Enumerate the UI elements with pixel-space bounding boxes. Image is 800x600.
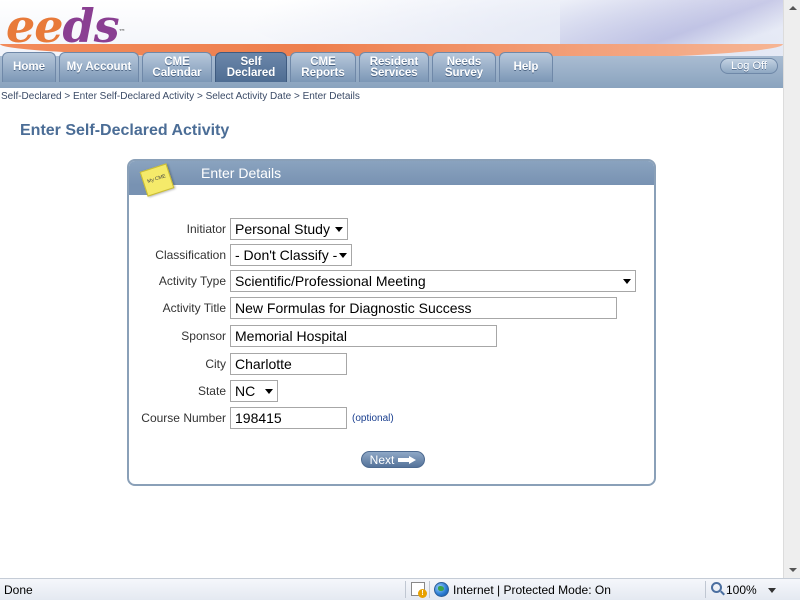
breadcrumb-self-declared[interactable]: Self-Declared — [1, 91, 62, 102]
initiator-value: Personal Study — [235, 221, 330, 237]
scroll-down-arrow-icon[interactable] — [786, 563, 799, 576]
initiator-select[interactable]: Personal Study — [230, 218, 348, 240]
main-nav-tabs: Home My Account CME Calendar Self Declar… — [2, 52, 553, 82]
course-number-row: Course Number 198415 (optional) — [129, 407, 394, 429]
next-button[interactable]: Next — [361, 451, 425, 468]
initiator-label: Initiator — [186, 222, 226, 236]
chevron-down-icon — [335, 227, 343, 232]
breadcrumb-select-date[interactable]: Select Activity Date — [206, 91, 292, 102]
activity-title-label: Activity Title — [162, 301, 226, 315]
panel-body-corner — [149, 185, 654, 199]
status-text: Done — [4, 583, 33, 597]
city-row: City Charlotte — [129, 353, 347, 375]
sponsor-row: Sponsor Memorial Hospital — [129, 325, 497, 347]
state-value: NC — [235, 383, 256, 399]
activity-title-input[interactable]: New Formulas for Diagnostic Success — [230, 297, 617, 319]
tab-self-declared-label: Self Declared — [226, 55, 276, 79]
vertical-scrollbar[interactable] — [783, 0, 800, 578]
tab-cme-reports-label: CME Reports — [301, 55, 345, 79]
state-row: State NC — [129, 380, 278, 402]
breadcrumb-separator: > — [291, 91, 303, 102]
browser-status-bar: Done Internet | Protected Mode: On 100% — [0, 578, 800, 600]
tab-needs-survey-label: Needs Survey — [444, 55, 484, 79]
logo-text-ds: ds — [62, 0, 120, 53]
tab-help[interactable]: Help — [499, 52, 553, 82]
breadcrumb: Self-Declared > Enter Self-Declared Acti… — [1, 91, 360, 102]
zoom-icon[interactable] — [711, 582, 722, 593]
tab-home[interactable]: Home — [2, 52, 56, 82]
globe-icon — [434, 582, 449, 597]
classification-select[interactable]: - Don't Classify - — [230, 244, 352, 266]
status-divider — [705, 581, 706, 598]
tab-my-account[interactable]: My Account — [59, 52, 139, 82]
logo-trademark: ™ — [118, 28, 126, 36]
tab-resident-services[interactable]: Resident Services — [359, 52, 429, 82]
tab-cme-calendar-label: CME Calendar — [152, 55, 202, 79]
classification-value: - Don't Classify - — [235, 247, 338, 263]
activity-title-row: Activity Title New Formulas for Diagnost… — [129, 297, 617, 319]
tab-cme-calendar[interactable]: CME Calendar — [142, 52, 212, 82]
state-select[interactable]: NC — [230, 380, 278, 402]
tab-home-label: Home — [13, 61, 45, 73]
activity-type-label: Activity Type — [158, 274, 226, 288]
status-divider — [405, 581, 406, 598]
tab-resident-services-label: Resident Services — [369, 55, 419, 79]
activity-type-row: Activity Type Scientific/Professional Me… — [129, 270, 636, 292]
chevron-down-icon — [623, 279, 631, 284]
tab-cme-reports[interactable]: CME Reports — [290, 52, 356, 82]
scroll-up-arrow-icon[interactable] — [786, 2, 799, 15]
course-number-label: Course Number — [141, 411, 226, 425]
page-title: Enter Self-Declared Activity — [20, 122, 230, 139]
chevron-down-icon — [265, 389, 273, 394]
city-label: City — [205, 357, 226, 371]
classification-row: Classification - Don't Classify - — [129, 244, 352, 266]
logoff-button[interactable]: Log Off — [720, 58, 778, 74]
activity-type-value: Scientific/Professional Meeting — [235, 273, 426, 289]
breadcrumb-enter-activity[interactable]: Enter Self-Declared Activity — [73, 91, 194, 102]
course-number-input[interactable]: 198415 — [230, 407, 347, 429]
chevron-down-icon[interactable] — [768, 588, 776, 593]
initiator-row: Initiator Personal Study — [129, 218, 348, 240]
city-input[interactable]: Charlotte — [230, 353, 347, 375]
activity-type-select[interactable]: Scientific/Professional Meeting — [230, 270, 636, 292]
tab-help-label: Help — [513, 61, 539, 73]
optional-hint: (optional) — [352, 412, 394, 424]
arrow-right-icon — [398, 455, 417, 464]
classification-label: Classification — [155, 248, 226, 262]
eeds-logo[interactable]: eeds™ — [6, 0, 126, 53]
warning-icon[interactable] — [411, 582, 427, 598]
logo-text-ee: ee — [6, 0, 64, 53]
panel-title: Enter Details — [201, 165, 282, 181]
next-button-label: Next — [369, 452, 395, 467]
tab-my-account-label: My Account — [66, 61, 132, 73]
chevron-down-icon — [339, 253, 347, 258]
state-label: State — [197, 384, 226, 398]
enter-details-panel: My CME Enter Details Initiator Personal … — [127, 159, 656, 486]
status-divider — [429, 581, 430, 598]
breadcrumb-separator: > — [194, 91, 206, 102]
breadcrumb-current: Enter Details — [302, 91, 360, 102]
sponsor-label: Sponsor — [181, 329, 226, 343]
zoom-level[interactable]: 100% — [726, 583, 757, 597]
sponsor-input[interactable]: Memorial Hospital — [230, 325, 497, 347]
tab-self-declared[interactable]: Self Declared — [215, 52, 287, 82]
breadcrumb-separator: > — [61, 91, 73, 102]
security-zone-text[interactable]: Internet | Protected Mode: On — [453, 583, 611, 597]
tab-needs-survey[interactable]: Needs Survey — [432, 52, 496, 82]
